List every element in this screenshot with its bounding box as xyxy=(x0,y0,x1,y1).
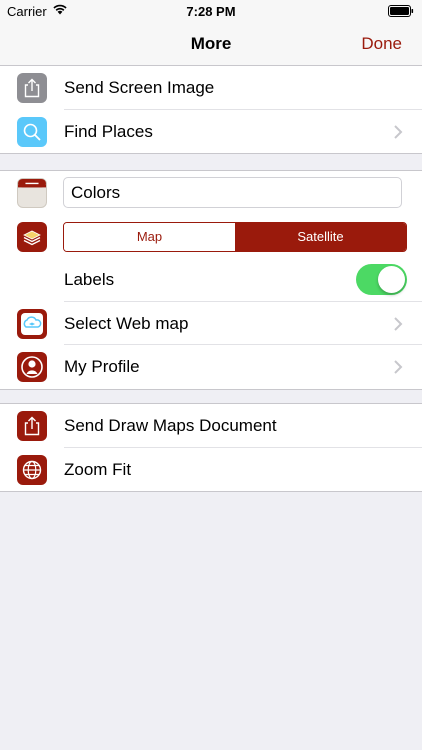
send-draw-maps-document-row[interactable]: Send Draw Maps Document xyxy=(0,404,422,448)
toggle-knob xyxy=(378,266,405,293)
section-document: Send Draw Maps Document Zoom Fit xyxy=(0,403,422,492)
labels-label: Labels xyxy=(64,270,115,289)
done-button[interactable]: Done xyxy=(361,34,402,54)
colors-field[interactable]: Colors xyxy=(63,177,402,208)
select-web-map-row[interactable]: Select Web map xyxy=(0,302,422,345)
send-draw-maps-document-label: Send Draw Maps Document xyxy=(64,416,277,435)
find-places-row[interactable]: Find Places xyxy=(0,110,422,154)
magnifier-icon xyxy=(17,116,47,147)
find-places-label: Find Places xyxy=(64,121,153,141)
segment-satellite[interactable]: Satellite xyxy=(235,222,406,251)
share-icon xyxy=(17,73,47,103)
profile-icon xyxy=(17,352,47,382)
zoom-fit-row[interactable]: Zoom Fit xyxy=(0,448,422,492)
share-icon xyxy=(17,411,47,441)
my-profile-label: My Profile xyxy=(64,357,140,376)
cloud-map-icon xyxy=(17,308,47,339)
chevron-right-icon xyxy=(393,316,403,332)
globe-icon xyxy=(17,454,47,485)
colors-row: Colors xyxy=(0,171,422,215)
my-profile-row[interactable]: My Profile xyxy=(0,345,422,389)
labels-toggle[interactable] xyxy=(356,264,407,295)
status-time: 7:28 PM xyxy=(186,4,236,19)
chevron-right-icon xyxy=(393,124,403,140)
section-map-settings: Colors Map Satellite Labels Select Web m… xyxy=(0,170,422,390)
select-web-map-label: Select Web map xyxy=(64,313,189,333)
page-title: More xyxy=(190,34,232,53)
status-bar: Carrier 7:28 PM xyxy=(0,0,422,22)
section-share: Send Screen Image Find Places xyxy=(0,65,422,154)
chevron-right-icon xyxy=(393,359,403,375)
send-screen-image-row[interactable]: Send Screen Image xyxy=(0,66,422,110)
labels-row: Labels xyxy=(0,258,422,302)
navigation-bar: More Done xyxy=(0,22,422,66)
send-screen-image-label: Send Screen Image xyxy=(64,78,215,97)
layers-icon xyxy=(17,221,47,252)
map-type-segmented-control[interactable]: Map Satellite xyxy=(63,221,407,252)
battery-icon xyxy=(388,5,414,17)
palette-icon xyxy=(17,178,47,208)
zoom-fit-label: Zoom Fit xyxy=(64,459,132,479)
segment-map[interactable]: Map xyxy=(64,222,235,251)
map-type-row: Map Satellite xyxy=(0,215,422,259)
